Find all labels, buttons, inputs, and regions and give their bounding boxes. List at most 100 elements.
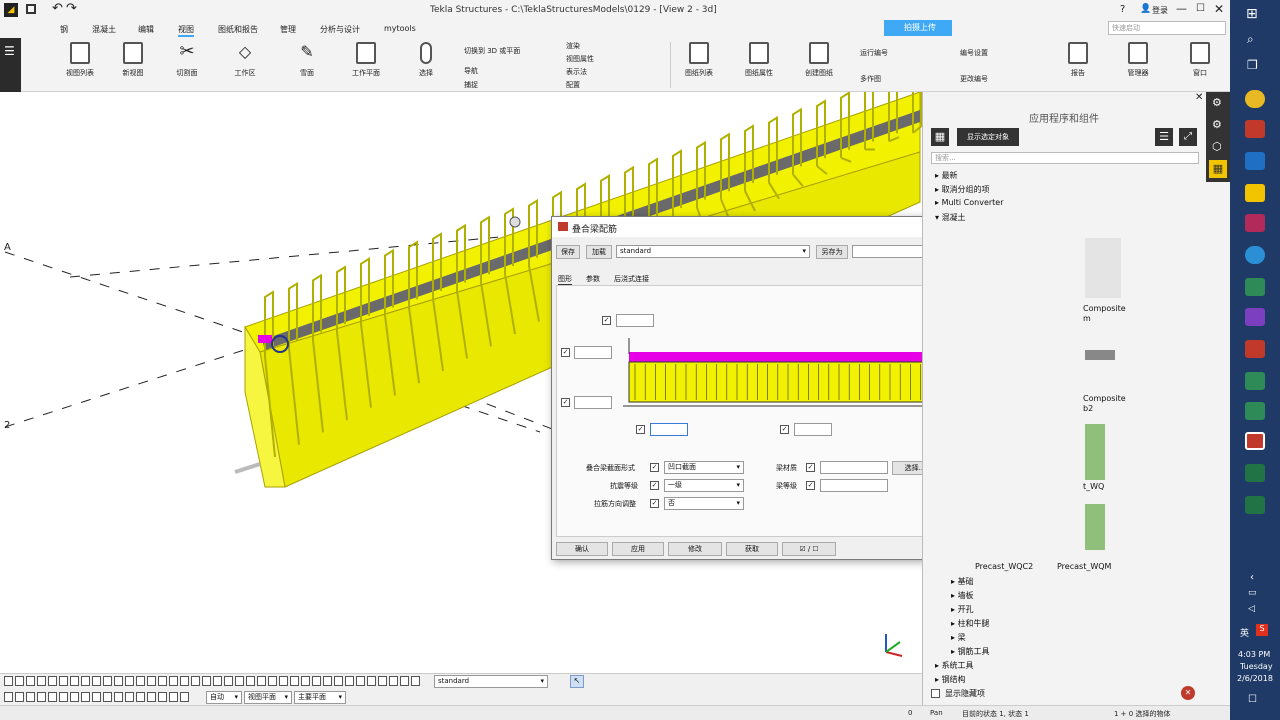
tree-item-recent[interactable]: ▸ 最新 xyxy=(935,170,958,181)
toolbar-icon[interactable] xyxy=(81,692,90,702)
network-icon[interactable]: ▭ xyxy=(1248,588,1257,598)
clock-time[interactable]: 4:03 PM xyxy=(1238,650,1270,659)
section-type-select[interactable]: 凹口截面 xyxy=(664,461,744,474)
toolbar-icon[interactable] xyxy=(246,676,255,686)
ok-button[interactable]: 确认 xyxy=(556,542,608,556)
search-icon[interactable]: ⌕ xyxy=(1247,32,1254,47)
multi-drawing[interactable]: 多作图 xyxy=(860,74,881,84)
toggle-3d[interactable]: 切换到 3D 或平面 xyxy=(464,46,520,56)
top-checkbox[interactable]: ✓ xyxy=(602,316,611,325)
undo-icon[interactable]: ↶ xyxy=(52,1,63,16)
beam-material-checkbox[interactable]: ✓ xyxy=(806,463,815,472)
menu-item-concrete[interactable]: 混凝土 xyxy=(92,24,116,35)
side-tool-4-icon[interactable]: ▦ xyxy=(1209,160,1227,178)
toolbar-icon[interactable] xyxy=(147,692,156,702)
toolbar-icon[interactable] xyxy=(4,676,13,686)
bottom-mid-input[interactable] xyxy=(794,423,832,436)
app-red-icon[interactable] xyxy=(1245,120,1265,138)
tab-params[interactable]: 参数 xyxy=(586,274,600,284)
render[interactable]: 渲染 xyxy=(566,41,580,51)
upload-button[interactable]: 拍摄上传 xyxy=(884,20,952,36)
volume-icon[interactable]: ◁ xyxy=(1248,604,1255,614)
menu-item-manage[interactable]: 管理 xyxy=(280,24,296,35)
toolbar-icon[interactable] xyxy=(48,676,57,686)
show-hidden-checkbox[interactable] xyxy=(931,689,940,698)
toolbar-icon[interactable] xyxy=(70,676,79,686)
tray-chevron-icon[interactable]: ‹ xyxy=(1250,572,1254,583)
toolbar-icon[interactable] xyxy=(70,692,79,702)
menu-item-drawings[interactable]: 图纸和报告 xyxy=(218,24,258,35)
menu-item-edit[interactable]: 编辑 xyxy=(138,24,154,35)
toolbar-icon[interactable] xyxy=(92,692,101,702)
ribbon-select[interactable]: 选择 xyxy=(414,42,438,78)
tab-figure[interactable]: 图形 xyxy=(558,274,572,285)
task-view-icon[interactable]: ❐ xyxy=(1247,58,1258,72)
toolbar-icon[interactable] xyxy=(59,676,68,686)
handle-point[interactable] xyxy=(509,216,521,228)
grid-view-icon[interactable]: ▦ xyxy=(931,128,949,146)
load-button[interactable]: 加载 xyxy=(586,245,612,259)
toolbar-icon[interactable] xyxy=(147,676,156,686)
beam-level-input[interactable] xyxy=(820,479,888,492)
toolbar-icon[interactable] xyxy=(158,676,167,686)
toolbar-icon[interactable] xyxy=(268,676,277,686)
ribbon-window[interactable]: 窗口 xyxy=(1188,42,1212,78)
ribbon-view-list[interactable]: 视图列表 xyxy=(62,42,98,78)
hamburger-icon[interactable]: ☰ xyxy=(4,44,15,58)
toolbar-icon[interactable] xyxy=(158,692,167,702)
preset-select[interactable]: standard xyxy=(616,245,810,258)
change-numbering[interactable]: 更改编号 xyxy=(960,74,988,84)
app-green-icon[interactable] xyxy=(1245,278,1265,296)
toolbar-icon[interactable] xyxy=(180,676,189,686)
ribbon-snow-face[interactable]: ✎ 雪面 xyxy=(292,42,322,78)
navigate[interactable]: 导航 xyxy=(464,66,478,76)
seismic-select[interactable]: 一级 xyxy=(664,479,744,492)
thumbnail-4[interactable] xyxy=(1085,504,1105,550)
panel-search-input[interactable]: 搜索... xyxy=(931,152,1199,164)
tab-post-cast[interactable]: 后浇式连接 xyxy=(614,274,649,284)
toolbar-icon[interactable] xyxy=(290,676,299,686)
bottom-combo-viewplane[interactable]: 视图平面 xyxy=(244,691,292,704)
tree-item-beam[interactable]: ▸ 梁 xyxy=(951,632,966,643)
beam-level-checkbox[interactable]: ✓ xyxy=(806,481,815,490)
side-tool-2-icon[interactable]: ⚙ xyxy=(1212,118,1222,131)
side-tool-3-icon[interactable]: ⬡ xyxy=(1212,140,1222,153)
toolbar-icon[interactable] xyxy=(103,676,112,686)
representation[interactable]: 表示法 xyxy=(566,67,587,77)
close-window-button[interactable]: ✕ xyxy=(1214,2,1224,16)
tie-dir-checkbox[interactable]: ✓ xyxy=(650,499,659,508)
ribbon-clip-plane[interactable]: ✂ 切割面 xyxy=(172,42,202,78)
view-props[interactable]: 视图属性 xyxy=(566,54,594,64)
tree-item-concrete[interactable]: ▾ 混凝土 xyxy=(935,212,966,223)
toolbar-icon[interactable] xyxy=(169,692,178,702)
toggle-checks-button[interactable]: ☑ / ☐ xyxy=(782,542,836,556)
expand-icon[interactable]: ⤢ xyxy=(1179,128,1197,146)
show-selected-button[interactable]: 显示选定对象 xyxy=(957,128,1019,146)
toolbar-icon[interactable] xyxy=(15,676,24,686)
visual-studio-icon[interactable] xyxy=(1245,308,1265,326)
toolbar-icon[interactable] xyxy=(26,676,35,686)
ribbon-drawing-list[interactable]: 图纸列表 xyxy=(682,42,716,78)
help-icon[interactable]: ? xyxy=(1120,4,1125,15)
left-bottom-input[interactable] xyxy=(574,396,612,409)
toolbar-icon[interactable] xyxy=(125,676,134,686)
explorer-icon[interactable] xyxy=(1245,184,1265,202)
left-bottom-checkbox[interactable]: ✓ xyxy=(561,398,570,407)
toolbar-icon[interactable] xyxy=(400,676,409,686)
menu-item-view[interactable]: 视图 xyxy=(178,24,194,37)
app-green2-icon[interactable] xyxy=(1245,372,1265,390)
toolbar-icon[interactable] xyxy=(257,676,266,686)
app-camera-icon[interactable] xyxy=(1245,402,1265,420)
toolbar-icon[interactable] xyxy=(114,676,123,686)
ribbon-create-drawing[interactable]: 创建图纸 xyxy=(802,42,836,78)
ribbon-drawing-props[interactable]: 图纸属性 xyxy=(742,42,776,78)
toolbar-icon[interactable] xyxy=(312,676,321,686)
toolbar-icon[interactable] xyxy=(378,676,387,686)
toolbar-icon[interactable] xyxy=(48,692,57,702)
tekla-icon[interactable] xyxy=(1245,432,1265,450)
tree-item-multi[interactable]: ▸ Multi Converter xyxy=(935,198,1004,207)
left-top-checkbox[interactable]: ✓ xyxy=(561,348,570,357)
app-logo-icon[interactable]: ◢ xyxy=(4,3,18,17)
app-pink-icon[interactable] xyxy=(1245,214,1265,232)
panel-error-icon[interactable]: ✕ xyxy=(1181,686,1195,700)
